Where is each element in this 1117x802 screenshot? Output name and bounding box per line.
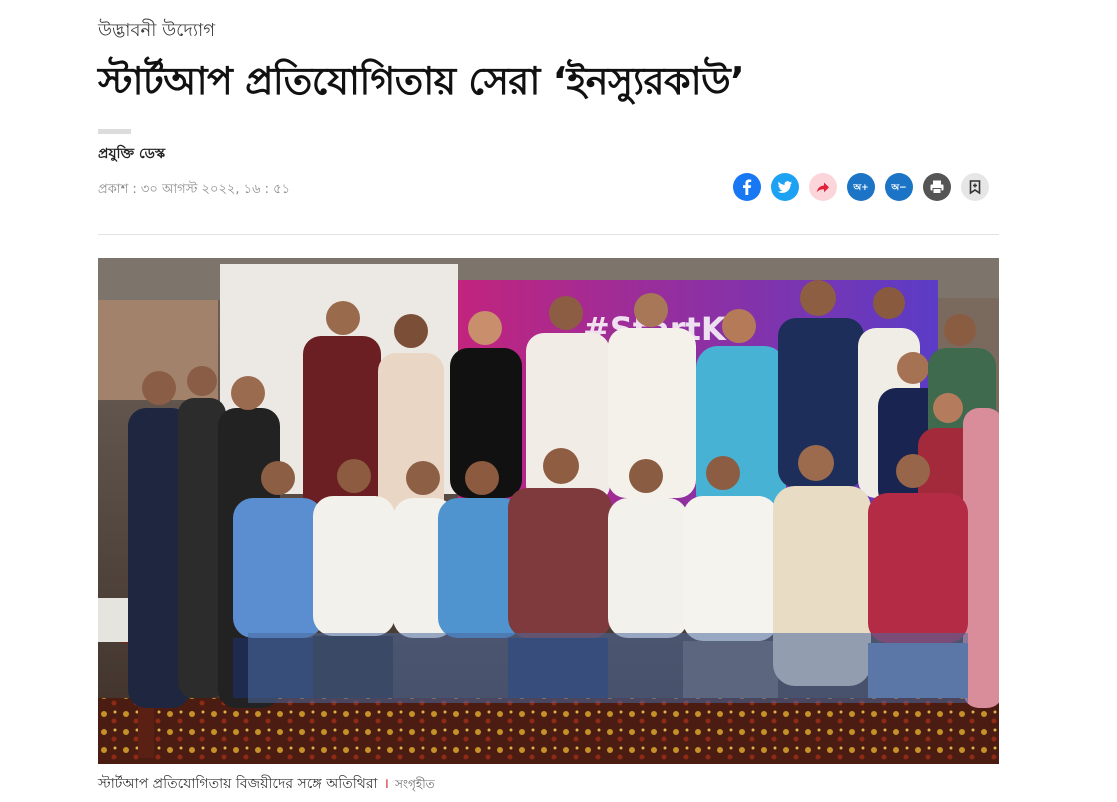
share-toolbar: অ+ অ− — [733, 173, 989, 201]
font-decrease-label: অ− — [891, 182, 907, 193]
header-divider — [98, 234, 999, 235]
article-headline: স্টার্টআপ প্রতিযোগিতায় সেরা ‘ইনস্যুরকাউ… — [98, 59, 745, 103]
font-decrease-button[interactable]: অ− — [885, 173, 913, 201]
bookmark-icon — [969, 180, 981, 195]
twitter-icon — [777, 181, 792, 193]
article-kicker[interactable]: উদ্ভাবনী উদ্যোগ — [98, 16, 215, 47]
print-button[interactable] — [923, 173, 951, 201]
share-arrow-icon — [816, 182, 829, 193]
facebook-icon — [743, 179, 752, 195]
print-icon — [930, 180, 944, 194]
twitter-share-button[interactable] — [771, 173, 799, 201]
caption-separator: । — [383, 776, 389, 792]
article-photo[interactable]: #StartKo — [98, 258, 999, 764]
author-divider — [98, 129, 131, 134]
bookmark-button[interactable] — [961, 173, 989, 201]
photo-credit: সংগৃহীত — [394, 777, 435, 791]
font-increase-button[interactable]: অ+ — [847, 173, 875, 201]
group-photo-image: #StartKo — [98, 258, 999, 764]
caption-text: স্টার্টআপ প্রতিযোগিতায় বিজয়ীদের সঙ্গে … — [98, 776, 378, 792]
font-increase-label: অ+ — [853, 182, 869, 193]
share-button[interactable] — [809, 173, 837, 201]
photo-caption: স্টার্টআপ প্রতিযোগিতায় বিজয়ীদের সঙ্গে … — [98, 772, 435, 796]
facebook-share-button[interactable] — [733, 173, 761, 201]
article-author[interactable]: প্রযুক্তি ডেস্ক — [98, 142, 165, 166]
publish-date: প্রকাশ : ৩০ আগস্ট ২০২২, ১৬ : ৫১ — [98, 182, 291, 197]
